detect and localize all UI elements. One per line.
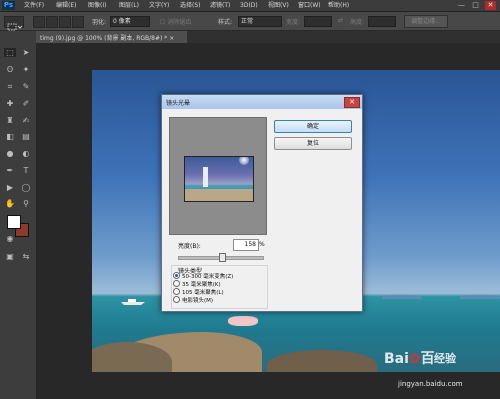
menu-bar: Ps 文件(F) 编辑(E) 图像(I) 图层(L) 文字(Y) 选择(S) 滤… <box>0 0 500 12</box>
hand-tool-icon[interactable]: ✋ <box>4 199 16 208</box>
menu-filter[interactable]: 滤镜(T) <box>210 1 230 10</box>
person-figure <box>203 167 208 187</box>
radio-icon <box>173 288 180 295</box>
antialias-label: 消除锯齿 <box>167 19 192 26</box>
lens-option-105[interactable]: 105 毫米聚焦(L) <box>173 288 224 297</box>
close-app-button[interactable]: ✕ <box>485 1 496 10</box>
ellipse-tool-icon[interactable]: ◯ <box>20 183 32 192</box>
menu-type[interactable]: 文字(Y) <box>149 1 169 10</box>
brightness-slider-thumb[interactable] <box>219 253 227 262</box>
width-label: 宽度: <box>286 19 301 26</box>
brightness-unit: % <box>259 241 265 248</box>
radio-selected-icon <box>173 272 180 279</box>
brightness-slider[interactable] <box>178 253 264 262</box>
foreground-color-swatch[interactable] <box>7 215 21 229</box>
screen-mode-icon[interactable]: ▣ <box>4 252 16 261</box>
crop-tool-icon[interactable]: ⌗ <box>4 82 16 91</box>
menu-view[interactable]: 视图(V) <box>268 1 289 10</box>
antialias-checkbox[interactable]: ☐ 消除锯齿 <box>160 17 191 26</box>
radio-icon <box>173 296 180 303</box>
dialog-title: 镜头光晕 <box>166 100 191 107</box>
height-input[interactable] <box>368 16 396 27</box>
type-tool-icon[interactable]: T <box>20 166 32 175</box>
pen-tool-icon[interactable]: ✒ <box>4 166 16 175</box>
menu-help[interactable]: 帮助(H) <box>328 1 349 10</box>
dialog-title-bar[interactable]: 镜头光晕 ✕ <box>162 95 362 109</box>
menu-file[interactable]: 文件(F) <box>24 1 44 10</box>
magic-wand-icon[interactable]: ✦ <box>20 65 32 74</box>
menu-image[interactable]: 图像(I) <box>88 1 106 10</box>
add-selection-icon[interactable] <box>46 16 58 28</box>
flare-preview <box>169 117 267 235</box>
move-tool-icon[interactable]: ➤ <box>20 48 32 57</box>
reset-button[interactable]: 复位 <box>274 137 352 150</box>
eyedropper-icon[interactable]: ✎ <box>20 82 32 91</box>
clone-stamp-icon[interactable]: ♜ <box>4 116 16 125</box>
maximize-button[interactable]: □ <box>470 1 481 10</box>
feather-input[interactable]: 0 像素 <box>110 16 150 27</box>
lens-option-movie[interactable]: 电影镜头(M) <box>173 296 213 305</box>
flare-center-crosshair[interactable] <box>239 157 249 165</box>
dodge-tool-icon[interactable]: ◐ <box>20 149 32 158</box>
document-tab[interactable]: timg (9).jpg @ 100% (背景 副本, RGB/8#) * × <box>36 31 188 43</box>
marquee-preset-picker[interactable] <box>4 16 24 31</box>
blur-tool-icon[interactable]: ● <box>4 149 16 158</box>
dialog-close-button[interactable]: ✕ <box>344 97 360 108</box>
height-label: 高度: <box>350 19 365 26</box>
watermark-url: jingyan.baidu.com <box>398 380 463 388</box>
menu-edit[interactable]: 编辑(E) <box>56 1 76 10</box>
document-tab-title: timg (9).jpg @ 100% (背景 副本, RGB/8#) * × <box>40 35 175 42</box>
paw-icon: ✿ <box>408 351 421 367</box>
gradient-tool-icon[interactable]: ▤ <box>20 132 32 141</box>
history-brush-icon[interactable]: ✍ <box>20 116 32 125</box>
person-shoes <box>228 316 258 326</box>
distant-island <box>382 295 422 299</box>
eraser-icon[interactable]: ◧ <box>4 132 16 141</box>
close-tab-icon[interactable]: × <box>169 35 174 42</box>
menu-select[interactable]: 选择(S) <box>180 1 201 10</box>
foreground-rock <box>267 350 377 372</box>
path-selection-icon[interactable]: ▶ <box>4 183 16 192</box>
tab-strip <box>187 31 500 43</box>
baidu-logo: Bai✿百 <box>384 351 435 367</box>
zoom-tool-icon[interactable]: ⚲ <box>20 199 32 208</box>
lens-flare-dialog: 镜头光晕 ✕ 确定 复位 亮度(B): 158 % 镜头类型 50-300 毫米… <box>161 94 363 312</box>
subtract-selection-icon[interactable] <box>59 16 71 28</box>
width-input[interactable] <box>304 16 332 27</box>
boat-icon <box>121 299 145 305</box>
watermark-text: 经验 <box>434 352 456 365</box>
style-select[interactable]: 正常 <box>238 16 282 27</box>
brightness-label: 亮度(B): <box>178 243 201 250</box>
brush-tool-icon[interactable]: ✐ <box>20 99 32 108</box>
lens-option-50-300[interactable]: 50-300 毫米变焦(Z) <box>173 272 233 281</box>
tools-panel: ⬚ ➤ ʘ ✦ ⌗ ✎ ✚ ✐ ♜ ✍ ◧ ▤ ● ◐ ✒ T ▶ ◯ ✋ ⚲ … <box>0 31 37 399</box>
lasso-tool-icon[interactable]: ʘ <box>4 65 16 74</box>
healing-brush-icon[interactable]: ✚ <box>4 99 16 108</box>
marquee-tool-icon[interactable]: ⬚ <box>4 48 16 57</box>
intersect-selection-icon[interactable] <box>72 16 84 28</box>
flare-preview-thumbnail[interactable] <box>184 156 254 202</box>
reset-colors-icon[interactable]: ⇆ <box>20 252 32 261</box>
feather-label: 羽化: <box>92 19 107 26</box>
brightness-input[interactable]: 158 <box>233 239 259 251</box>
lens-option-35[interactable]: 35 毫米聚焦(K) <box>173 280 221 289</box>
distant-island <box>460 295 500 299</box>
photoshop-logo: Ps <box>2 1 15 10</box>
radio-icon <box>173 280 180 287</box>
thumb-rocks <box>185 189 253 201</box>
quick-mask-icon[interactable]: ◉ <box>4 234 16 243</box>
style-label: 样式: <box>218 19 233 26</box>
menu-3d[interactable]: 3D(D) <box>240 1 258 10</box>
new-selection-icon[interactable] <box>33 16 45 28</box>
ok-button[interactable]: 确定 <box>274 120 352 133</box>
menu-window[interactable]: 窗口(W) <box>298 1 321 10</box>
menu-layer[interactable]: 图层(L) <box>119 1 139 10</box>
minimize-button[interactable]: — <box>456 1 467 10</box>
options-bar: 羽化: 0 像素 ☐ 消除锯齿 样式: 正常 宽度: ⇄ 高度: 调整边缘... <box>0 12 500 31</box>
swap-icon[interactable]: ⇄ <box>338 17 343 24</box>
refine-edge-button[interactable]: 调整边缘... <box>404 15 448 28</box>
